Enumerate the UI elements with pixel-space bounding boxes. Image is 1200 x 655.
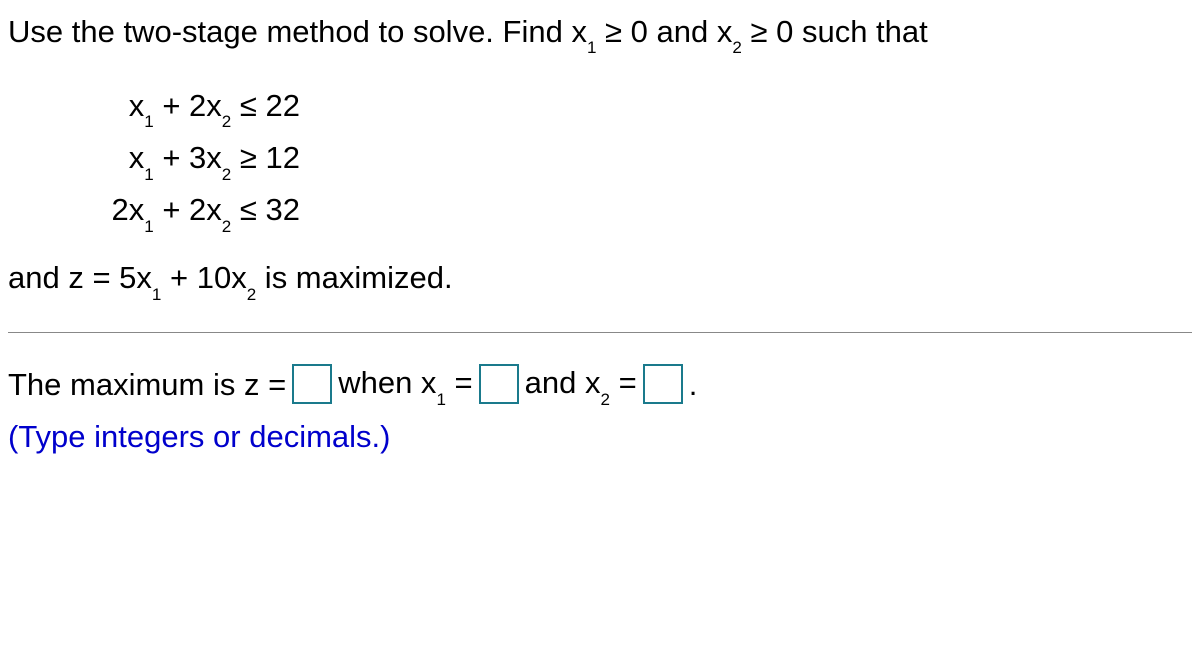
c1-s2: 2 — [222, 112, 231, 131]
obj-post: is maximized. — [256, 260, 452, 295]
c1-s1: 1 — [144, 112, 153, 131]
x2-input[interactable] — [643, 364, 683, 404]
ans-period: . — [689, 363, 698, 406]
divider — [8, 332, 1192, 333]
obj-mid: + 10x — [161, 260, 246, 295]
c2-op: ≥ 12 — [231, 140, 300, 175]
z-input[interactable] — [292, 364, 332, 404]
c2-s1: 1 — [144, 165, 153, 184]
ans-t5: = — [610, 365, 637, 400]
c2-s2: 2 — [222, 165, 231, 184]
c3-s2: 2 — [222, 217, 231, 236]
answer-line: The maximum is z = when x1 = and x2 = . — [8, 361, 1192, 407]
objective-line: and z = 5x1 + 10x2 is maximized. — [8, 256, 1192, 302]
ans-t3: = — [446, 365, 473, 400]
obj-s1: 1 — [152, 285, 161, 304]
c2-plus: + 3x — [154, 140, 222, 175]
c1-op: ≤ 22 — [231, 88, 300, 123]
ans-s2: 2 — [600, 390, 609, 409]
ans-s1: 1 — [436, 390, 445, 409]
c3-op: ≤ 32 — [231, 192, 300, 227]
var-x2: x — [717, 14, 733, 49]
c3-lhs: 2x — [111, 192, 144, 227]
intro-text-3: ≥ 0 such that — [742, 14, 928, 49]
c1-plus: + 2x — [154, 88, 222, 123]
ans-t4: and x — [525, 365, 601, 400]
answer-note: (Type integers or decimals.) — [8, 415, 1192, 458]
c3-plus: + 2x — [154, 192, 222, 227]
obj-pre: and z = 5x — [8, 260, 152, 295]
intro-text-1: Use the two-stage method to solve. Find — [8, 14, 571, 49]
ans-t1: The maximum is z = — [8, 363, 286, 406]
constraint-3: 2x1 + 2x2 ≤ 32 — [70, 188, 300, 234]
constraint-1: x1 + 2x2 ≤ 22 — [70, 84, 300, 130]
constraints-block: x1 + 2x2 ≤ 22 x1 + 3x2 ≥ 12 2x1 + 2x2 ≤ … — [8, 84, 1192, 234]
ans-t2: when x — [338, 365, 436, 400]
x1-input[interactable] — [479, 364, 519, 404]
c2-lhs: x — [129, 140, 145, 175]
intro-text-2: ≥ 0 and — [596, 14, 716, 49]
sub-1: 1 — [587, 38, 596, 57]
intro-line: Use the two-stage method to solve. Find … — [8, 10, 1192, 56]
obj-s2: 2 — [247, 285, 256, 304]
var-x1: x — [571, 14, 587, 49]
c1-lhs: x — [129, 88, 145, 123]
problem-page: Use the two-stage method to solve. Find … — [0, 0, 1200, 459]
constraint-2: x1 + 3x2 ≥ 12 — [70, 136, 300, 182]
c3-s1: 1 — [144, 217, 153, 236]
sub-2: 2 — [732, 38, 741, 57]
